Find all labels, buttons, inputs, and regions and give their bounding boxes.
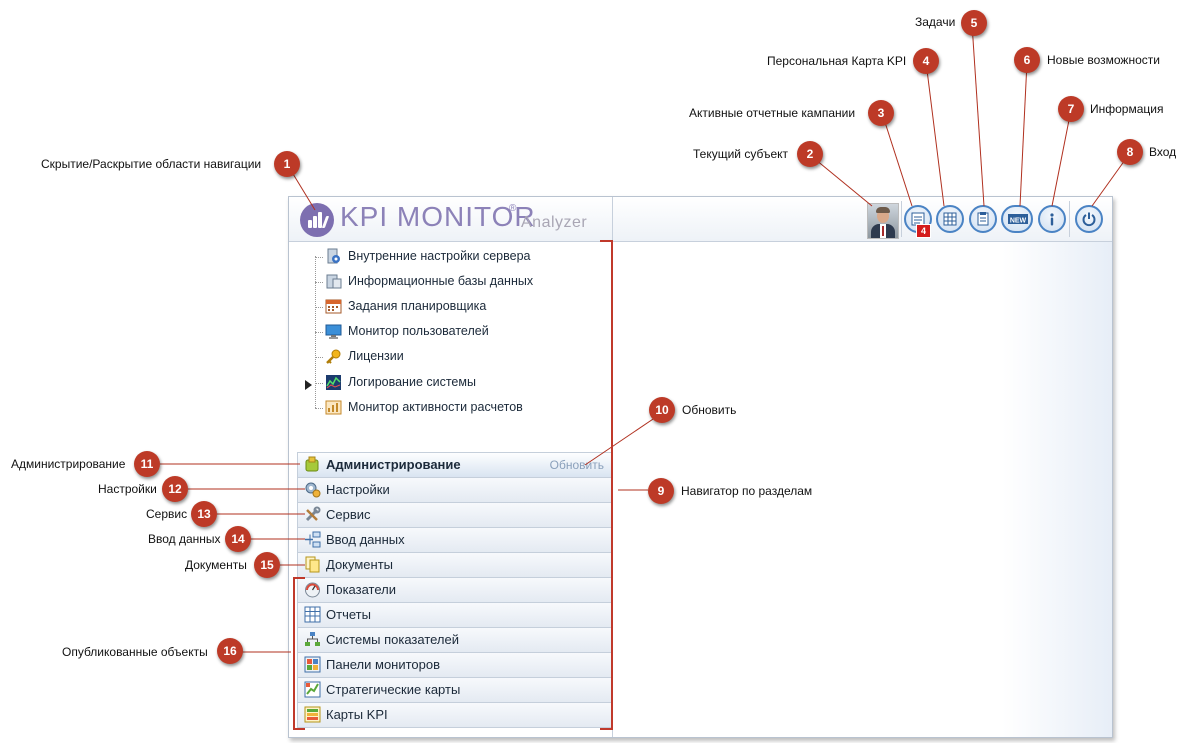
annotation-label: Администрирование bbox=[11, 457, 126, 471]
annotation-label: Обновить bbox=[682, 403, 737, 417]
annotation-badge: 10 bbox=[649, 397, 675, 423]
annotation-badge: 13 bbox=[191, 501, 217, 527]
annotation-lines bbox=[160, 23, 1131, 730]
annotation-label: Опубликованные объекты bbox=[62, 645, 208, 659]
annotation-label: Персональная Карта KPI bbox=[767, 54, 907, 68]
annotation-badge: 6 bbox=[1014, 47, 1040, 73]
annotation-badge: 14 bbox=[225, 526, 251, 552]
annotation-label: Сервис bbox=[146, 507, 188, 521]
annotation-badge: 16 bbox=[217, 638, 243, 664]
annotation-label: Настройки bbox=[98, 482, 157, 496]
annotation-label: Активные отчетные кампании bbox=[689, 106, 856, 120]
annotation-label: Навигатор по разделам bbox=[681, 484, 813, 498]
annotation-badge: 2 bbox=[797, 141, 823, 167]
annotation-label: Текущий субъект bbox=[693, 147, 788, 161]
annotation-label: Скрытие/Раскрытие области навигации bbox=[41, 157, 262, 171]
annotation-badge: 7 bbox=[1058, 96, 1084, 122]
annotation-badge: 9 bbox=[648, 478, 674, 504]
annotation-badge: 8 bbox=[1117, 139, 1143, 165]
annotation-badge: 15 bbox=[254, 552, 280, 578]
annotation-label: Документы bbox=[185, 558, 247, 572]
annotation-badge: 11 bbox=[134, 451, 160, 477]
annotation-badge: 3 bbox=[868, 100, 894, 126]
annotation-label: Вход bbox=[1149, 145, 1177, 159]
annotation-label: Новые возможности bbox=[1047, 53, 1160, 67]
annotation-badge: 4 bbox=[913, 48, 939, 74]
annotation-label: Ввод данных bbox=[148, 532, 221, 546]
annotation-label: Информация bbox=[1090, 102, 1164, 116]
annotation-badge: 1 bbox=[274, 151, 300, 177]
annotation-badge: 5 bbox=[961, 10, 987, 36]
annotation-badge: 12 bbox=[162, 476, 188, 502]
annotation-label: Задачи bbox=[915, 15, 956, 29]
